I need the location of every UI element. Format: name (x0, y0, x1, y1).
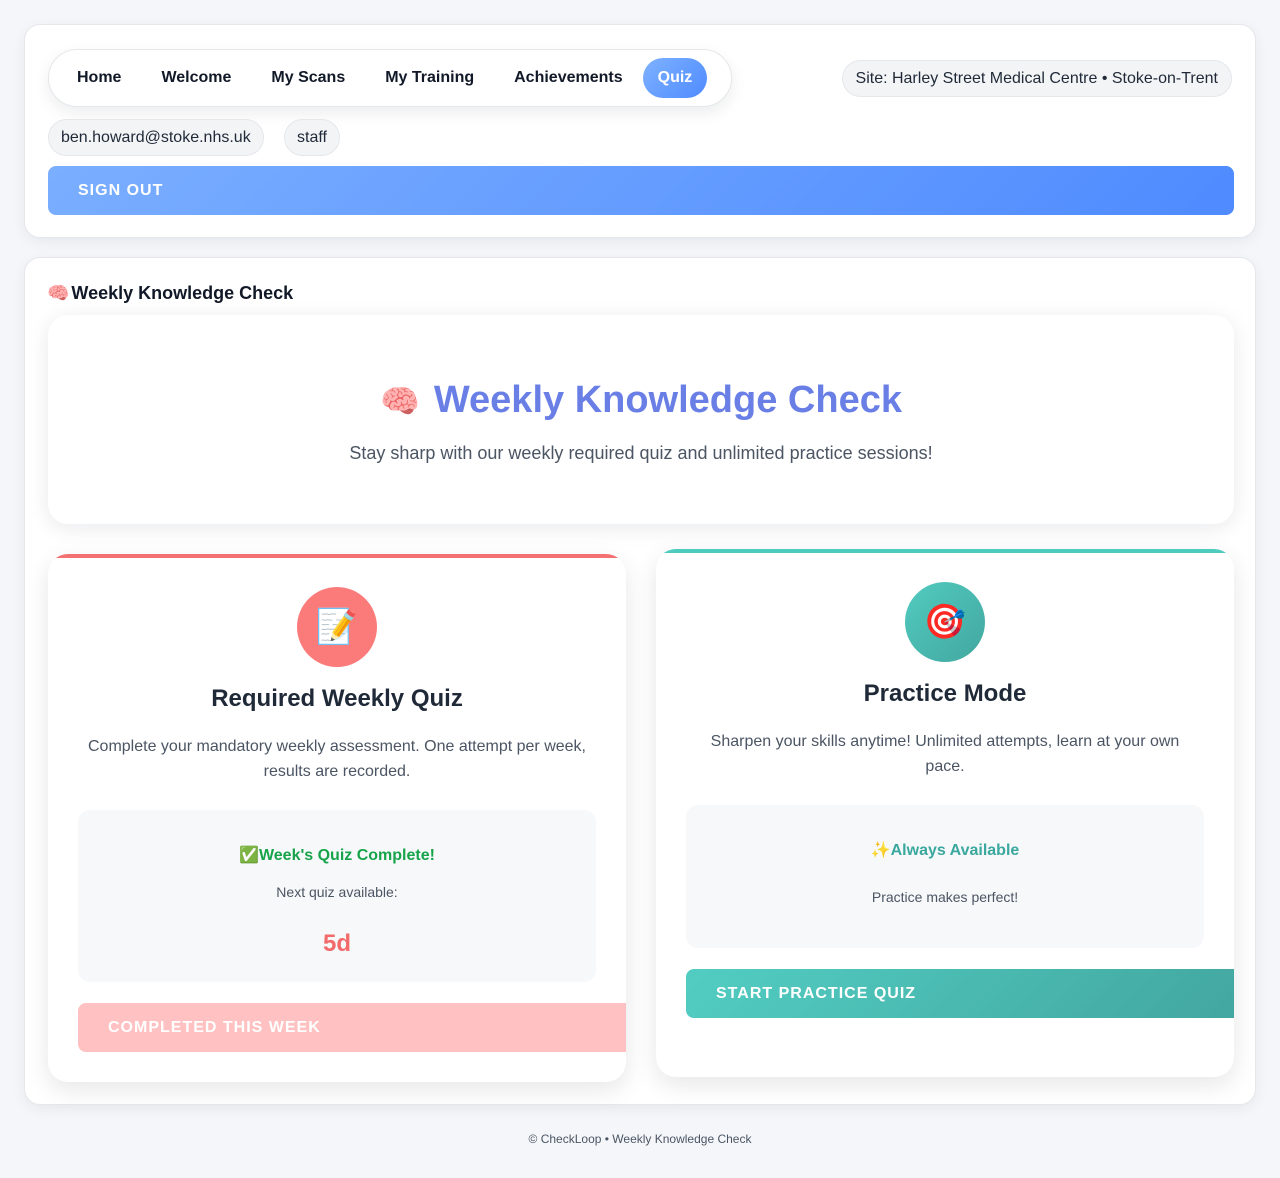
next-quiz-countdown: 5d (322, 930, 351, 957)
nav-quiz[interactable]: Quiz (642, 58, 708, 98)
practice-note: Practice makes perfect! (871, 889, 1019, 905)
hero-heading: 🧠 Weekly Knowledge Check (48, 379, 1234, 422)
status-title: Week's Quiz Complete! (258, 847, 435, 864)
main-nav: Home Welcome My Scans My Training Achiev… (48, 49, 732, 107)
sparkles-icon: ✨ (870, 842, 891, 859)
user-email-badge: ben.howard@stoke.nhs.uk (48, 119, 264, 156)
card-title: Required Weekly Quiz (211, 685, 463, 712)
nav-achievements[interactable]: Achievements (494, 58, 643, 98)
practice-mode-card: 🎯 Practice Mode Sharpen your skills anyt… (656, 549, 1234, 1077)
status-heading: ✨Always Available (686, 840, 1204, 860)
nav-welcome[interactable]: Welcome (141, 58, 251, 98)
card-accent-bar (656, 549, 1234, 553)
hero-title: Weekly Knowledge Check (433, 379, 902, 421)
card-title: Practice Mode (863, 680, 1027, 707)
quiz-status-panel: ✅Week's Quiz Complete! Next quiz availab… (78, 810, 596, 982)
required-quiz-card: 📝 Required Weekly Quiz Complete your man… (48, 554, 626, 1082)
memo-icon: 📝 (297, 587, 377, 667)
user-role-badge: staff (284, 119, 340, 156)
brain-icon: 🧠 (380, 382, 420, 419)
sign-out-button[interactable]: SIGN OUT (48, 166, 1234, 215)
main-card: 🧠 Weekly Knowledge Check 🧠 Weekly Knowle… (24, 257, 1256, 1105)
start-practice-quiz-button[interactable]: START PRACTICE QUIZ (686, 969, 1234, 1018)
brain-icon: 🧠 (47, 283, 70, 303)
status-title: Always Available (890, 842, 1020, 859)
card-description: Sharpen your skills anytime! Unlimited a… (710, 733, 1180, 775)
section-title: Weekly Knowledge Check (71, 283, 294, 303)
hero-banner: 🧠 Weekly Knowledge Check Stay sharp with… (48, 315, 1234, 524)
hero-subtitle: Stay sharp with our weekly required quiz… (349, 443, 933, 463)
card-description: Complete your mandatory weekly assessmen… (88, 738, 586, 780)
practice-status-panel: ✨Always Available Practice makes perfect… (686, 805, 1204, 948)
nav-home[interactable]: Home (57, 58, 141, 98)
header-card: Home Welcome My Scans My Training Achiev… (24, 24, 1256, 238)
card-accent-bar (48, 554, 626, 558)
next-quiz-label: Next quiz available: (276, 884, 398, 900)
status-heading: ✅Week's Quiz Complete! (78, 845, 596, 865)
site-badge: Site: Harley Street Medical Centre • Sto… (841, 60, 1232, 97)
footer-text: © CheckLoop • Weekly Knowledge Check (528, 1132, 752, 1146)
nav-my-training[interactable]: My Training (365, 58, 494, 98)
nav-my-scans[interactable]: My Scans (251, 58, 365, 98)
check-mark-icon: ✅ (239, 847, 259, 864)
completed-this-week-button[interactable]: COMPLETED THIS WEEK (78, 1003, 626, 1052)
target-icon: 🎯 (905, 582, 985, 662)
section-heading: 🧠 Weekly Knowledge Check (47, 283, 293, 304)
